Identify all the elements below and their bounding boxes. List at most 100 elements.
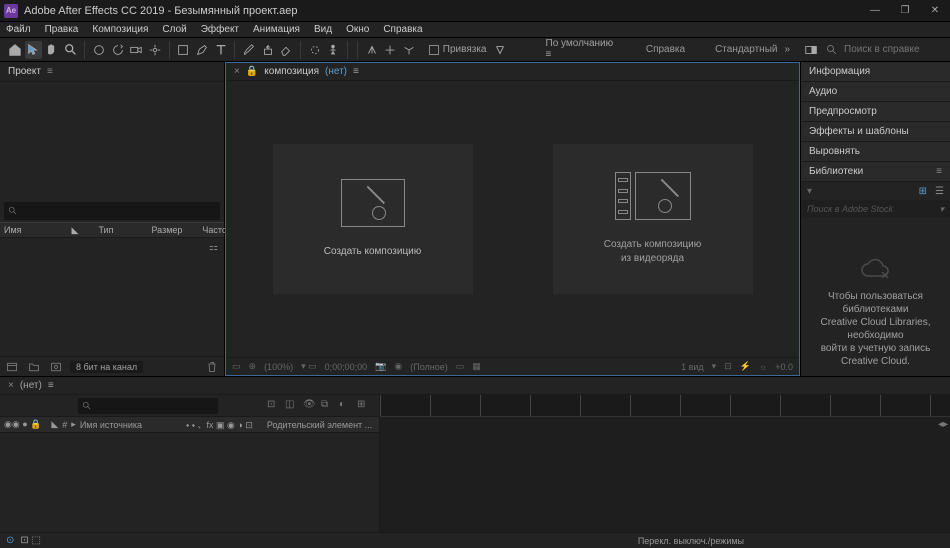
snap-checkbox[interactable] <box>429 45 439 55</box>
magnification-icon[interactable]: ⊕ <box>249 361 257 372</box>
pixel-aspect-icon[interactable]: ⊡ <box>724 361 732 372</box>
label-col[interactable]: ◣ <box>51 419 58 430</box>
toggle-switches-button[interactable]: ⊙ <box>6 535 14 546</box>
workspace-panel-toggle[interactable] <box>802 41 820 59</box>
timeline-search[interactable] <box>78 398 218 414</box>
switches-col[interactable]: ⬩ ⬩ 、fx ▣ ◉ ◑ ⊡ <box>186 418 253 431</box>
channel-icon[interactable]: ◉ <box>394 361 402 372</box>
create-comp-from-footage-button[interactable]: Создать композицию из видеоряда <box>553 144 753 294</box>
roto-brush-tool[interactable] <box>306 41 324 59</box>
home-button[interactable] <box>6 41 24 59</box>
graph-editor-icon[interactable]: ⊞ <box>357 399 371 413</box>
new-composition-button[interactable] <box>48 360 64 374</box>
snapshot-icon[interactable]: 📷 <box>375 361 386 372</box>
render-queue-button[interactable]: ⊡ ⬚ <box>20 535 41 546</box>
view-count[interactable]: 1 вид <box>681 362 704 372</box>
audio-panel-tab[interactable]: Аудио <box>801 82 950 102</box>
zoom-level[interactable]: (100%) <box>264 362 293 372</box>
fast-previews-icon[interactable]: ⚡ <box>740 361 751 372</box>
transparency-grid-icon[interactable]: ▦ <box>472 361 481 372</box>
lock-icon[interactable]: 🔒 <box>246 66 258 77</box>
timeline-layers-area[interactable] <box>0 433 379 532</box>
brush-tool[interactable] <box>240 41 258 59</box>
close-tab-icon[interactable]: × <box>8 380 14 391</box>
menu-view[interactable]: Вид <box>314 24 332 35</box>
menu-composition[interactable]: Композиция <box>92 24 148 35</box>
project-panel-tab[interactable]: Проект ≡ <box>0 62 224 82</box>
parent-col[interactable]: Родительский элемент ... <box>267 420 372 430</box>
hand-tool[interactable] <box>43 41 61 59</box>
grid-view-icon[interactable]: ⊞ <box>919 186 927 197</box>
panel-menu-icon[interactable]: ≡ <box>353 66 359 77</box>
libraries-panel-tab[interactable]: Библиотеки≡ <box>801 162 950 182</box>
view-layout-icon[interactable]: ▾ <box>712 361 717 372</box>
interpret-footage-button[interactable] <box>4 360 20 374</box>
rectangle-tool[interactable] <box>175 41 193 59</box>
panel-menu-icon[interactable]: ≡ <box>936 166 942 177</box>
list-view-icon[interactable]: ☰ <box>935 186 944 197</box>
collapse-button[interactable]: ◂▸ <box>938 419 948 430</box>
new-folder-button[interactable] <box>26 360 42 374</box>
workspace-menu-icon[interactable]: ≡ <box>546 49 552 60</box>
minimize-button[interactable]: — <box>860 0 890 22</box>
toggle-switches-label[interactable]: Перекл. выключ./режимы <box>638 536 744 546</box>
chevron-down-icon[interactable]: ▾ <box>939 204 944 215</box>
world-axis-mode[interactable] <box>382 41 400 59</box>
effects-panel-tab[interactable]: Эффекты и шаблоны <box>801 122 950 142</box>
motion-blur-icon[interactable]: ◐ <box>339 399 353 413</box>
resolution-dropdown[interactable]: ▾ ▭ <box>301 361 317 372</box>
menu-animation[interactable]: Анимация <box>253 24 300 35</box>
menu-effect[interactable]: Эффект <box>201 24 239 35</box>
workspace-standard[interactable]: Стандартный <box>709 42 783 57</box>
camera-tool[interactable] <box>127 41 145 59</box>
create-composition-button[interactable]: Создать композицию <box>273 144 473 294</box>
column-type[interactable]: Тип <box>98 225 113 235</box>
index-col[interactable]: # <box>62 420 67 430</box>
project-search[interactable] <box>4 202 220 220</box>
text-tool[interactable] <box>212 41 230 59</box>
timeline-graph-area[interactable]: ◂▸ <box>380 395 950 532</box>
library-search[interactable]: Поиск в Adobe Stock ▾ <box>801 200 950 218</box>
search-help-input[interactable] <box>844 44 944 55</box>
library-dropdown[interactable]: ▾ <box>807 186 812 197</box>
exposure-value[interactable]: +0.0 <box>775 362 793 372</box>
clone-stamp-tool[interactable] <box>259 41 277 59</box>
column-name[interactable]: Имя <box>4 225 22 235</box>
workspace-help[interactable]: Справка <box>640 42 691 57</box>
bpc-button[interactable]: 8 бит на канал <box>70 361 143 373</box>
hide-shy-icon[interactable]: 👁 <box>303 399 317 413</box>
menu-window[interactable]: Окно <box>346 24 369 35</box>
project-items-area[interactable]: ⚏ <box>0 238 224 356</box>
flowchart-icon[interactable]: ⚏ <box>209 242 218 253</box>
orbit-tool[interactable] <box>90 41 108 59</box>
tag-icon[interactable]: ◣ <box>72 225 79 236</box>
panel-menu-icon[interactable]: ≡ <box>48 380 54 391</box>
always-preview-icon[interactable]: ▭ <box>232 361 241 372</box>
exposure-icon[interactable]: ☼ <box>759 362 767 372</box>
menu-help[interactable]: Справка <box>383 24 422 35</box>
column-size[interactable]: Размер <box>151 225 182 235</box>
av-features-col[interactable]: ◉◉ ● 🔒 <box>4 419 41 430</box>
pan-behind-tool[interactable] <box>146 41 164 59</box>
snap-options[interactable] <box>491 41 509 59</box>
menu-layer[interactable]: Слой <box>162 24 186 35</box>
delete-button[interactable] <box>204 360 220 374</box>
view-axis-mode[interactable] <box>400 41 418 59</box>
close-button[interactable]: ✕ <box>920 0 950 22</box>
composition-panel-tab[interactable]: × 🔒 композиция (нет) ≡ <box>226 63 799 81</box>
selection-tool[interactable] <box>25 41 43 59</box>
panel-menu-icon[interactable]: ≡ <box>47 66 53 77</box>
puppet-tool[interactable] <box>325 41 343 59</box>
zoom-tool[interactable] <box>62 41 80 59</box>
workspace-overflow[interactable]: » <box>784 44 790 55</box>
resolution-label[interactable]: (Полное) <box>410 362 448 372</box>
time-ruler[interactable] <box>380 395 950 417</box>
draft-3d-icon[interactable]: ◫ <box>285 399 299 413</box>
current-time[interactable]: 0;00;00;00 <box>325 362 368 372</box>
rotation-tool[interactable] <box>109 41 127 59</box>
close-tab-icon[interactable]: × <box>234 66 240 77</box>
source-name-col[interactable]: Имя источника <box>80 420 142 430</box>
menu-file[interactable]: Файл <box>6 24 31 35</box>
comp-flowchart-icon[interactable]: ⊡ <box>267 399 281 413</box>
workspace-default[interactable]: По умолчанию ≡ <box>540 36 622 64</box>
